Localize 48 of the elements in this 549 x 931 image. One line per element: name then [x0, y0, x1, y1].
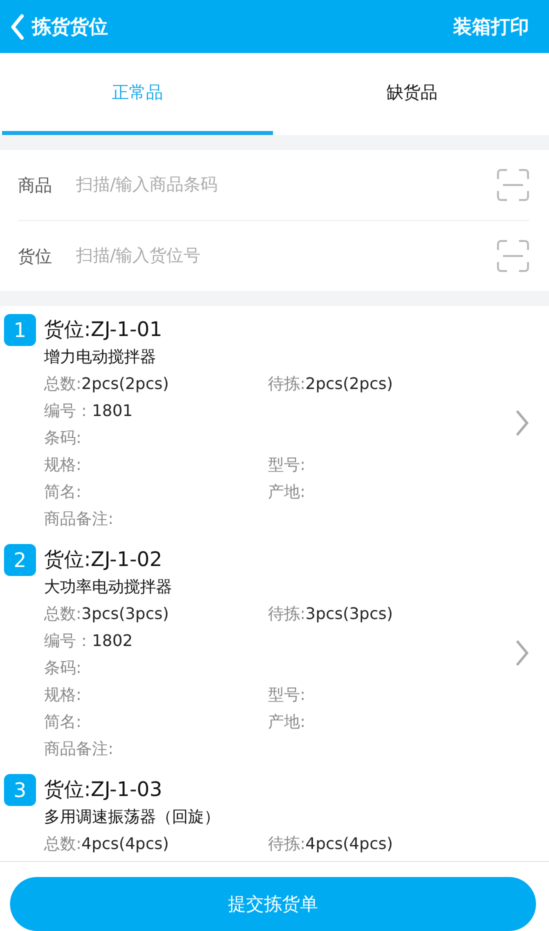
field-label: 总数:	[44, 604, 82, 623]
field-value: 2pcs(2pcs)	[81, 374, 169, 393]
field-label: 规格:	[44, 455, 82, 474]
location-title: 货位:ZJ-1-01	[44, 316, 164, 343]
field-value: 3pcs(3pcs)	[305, 604, 393, 623]
field-label: 编号：	[44, 631, 92, 650]
field-label: 产地:	[268, 482, 306, 501]
input-field[interactable]: 扫描/输入货位号	[74, 245, 475, 267]
field-value: 4pcs(4pcs)	[305, 834, 393, 853]
field-label: 商品	[18, 174, 52, 196]
field-value: 2pcs(2pcs)	[305, 374, 393, 393]
field-label: 待拣:	[268, 834, 306, 853]
field-label: 型号:	[268, 455, 306, 474]
field-value: 4pcs(4pcs)	[81, 834, 169, 853]
field-value: 1801	[92, 401, 133, 420]
field-label: 编号：	[44, 401, 92, 420]
location-title: 货位:ZJ-1-02	[44, 546, 164, 573]
scan-icon[interactable]	[497, 169, 529, 201]
field-label: 简名:	[44, 712, 82, 731]
field-value: 1802	[92, 631, 133, 650]
product-name: 增力电动搅拌器	[44, 346, 157, 368]
index-badge: 3	[4, 774, 36, 806]
field-label: 条码:	[44, 428, 82, 447]
field-label: 货位	[18, 246, 52, 268]
field-label: 产地:	[268, 712, 306, 731]
field-label: 总数:	[44, 834, 82, 853]
field-value: 3pcs(3pcs)	[81, 604, 169, 623]
scan-icon[interactable]	[497, 240, 529, 272]
field-label: 待拣:	[268, 604, 306, 623]
index-badge: 1	[4, 314, 36, 346]
field-label: 规格:	[44, 685, 82, 704]
product-name: 多用调速振荡器（回旋）	[44, 806, 221, 828]
field-label: 商品备注:	[44, 509, 114, 528]
field-label: 待拣:	[268, 374, 306, 393]
pick-item[interactable]: 2 货位:ZJ-1-02 大功率电动搅拌器 总数:3pcs(3pcs) 待拣:3pcs(3pcs) 编号：1802 条码: 规格: 型号: 简名: 产地: 商品备注:	[0, 544, 549, 774]
back-icon	[10, 14, 24, 40]
input-field[interactable]: 扫描/输入商品条码	[74, 174, 475, 196]
location-title: 货位:ZJ-1-03	[44, 776, 164, 803]
product-name: 大功率电动搅拌器	[44, 576, 173, 598]
field-label: 简名:	[44, 482, 82, 501]
index-badge: 2	[4, 544, 36, 576]
pick-item[interactable]: 3 货位:ZJ-1-03 多用调速振荡器（回旋） 总数:4pcs(4pcs) 待拣:4pcs(4pcs)	[0, 774, 549, 861]
tab[interactable]: 缺货品	[276, 53, 547, 135]
field-label: 条码:	[44, 658, 82, 677]
field-label: 总数:	[44, 374, 82, 393]
pick-item[interactable]: 1 货位:ZJ-1-01 增力电动搅拌器 总数:2pcs(2pcs) 待拣:2pcs(2pcs) 编号：1801 条码: 规格: 型号: 简名: 产地: 商品备注:	[0, 314, 549, 544]
field-label: 商品备注:	[44, 739, 114, 758]
field-label: 型号:	[268, 685, 306, 704]
